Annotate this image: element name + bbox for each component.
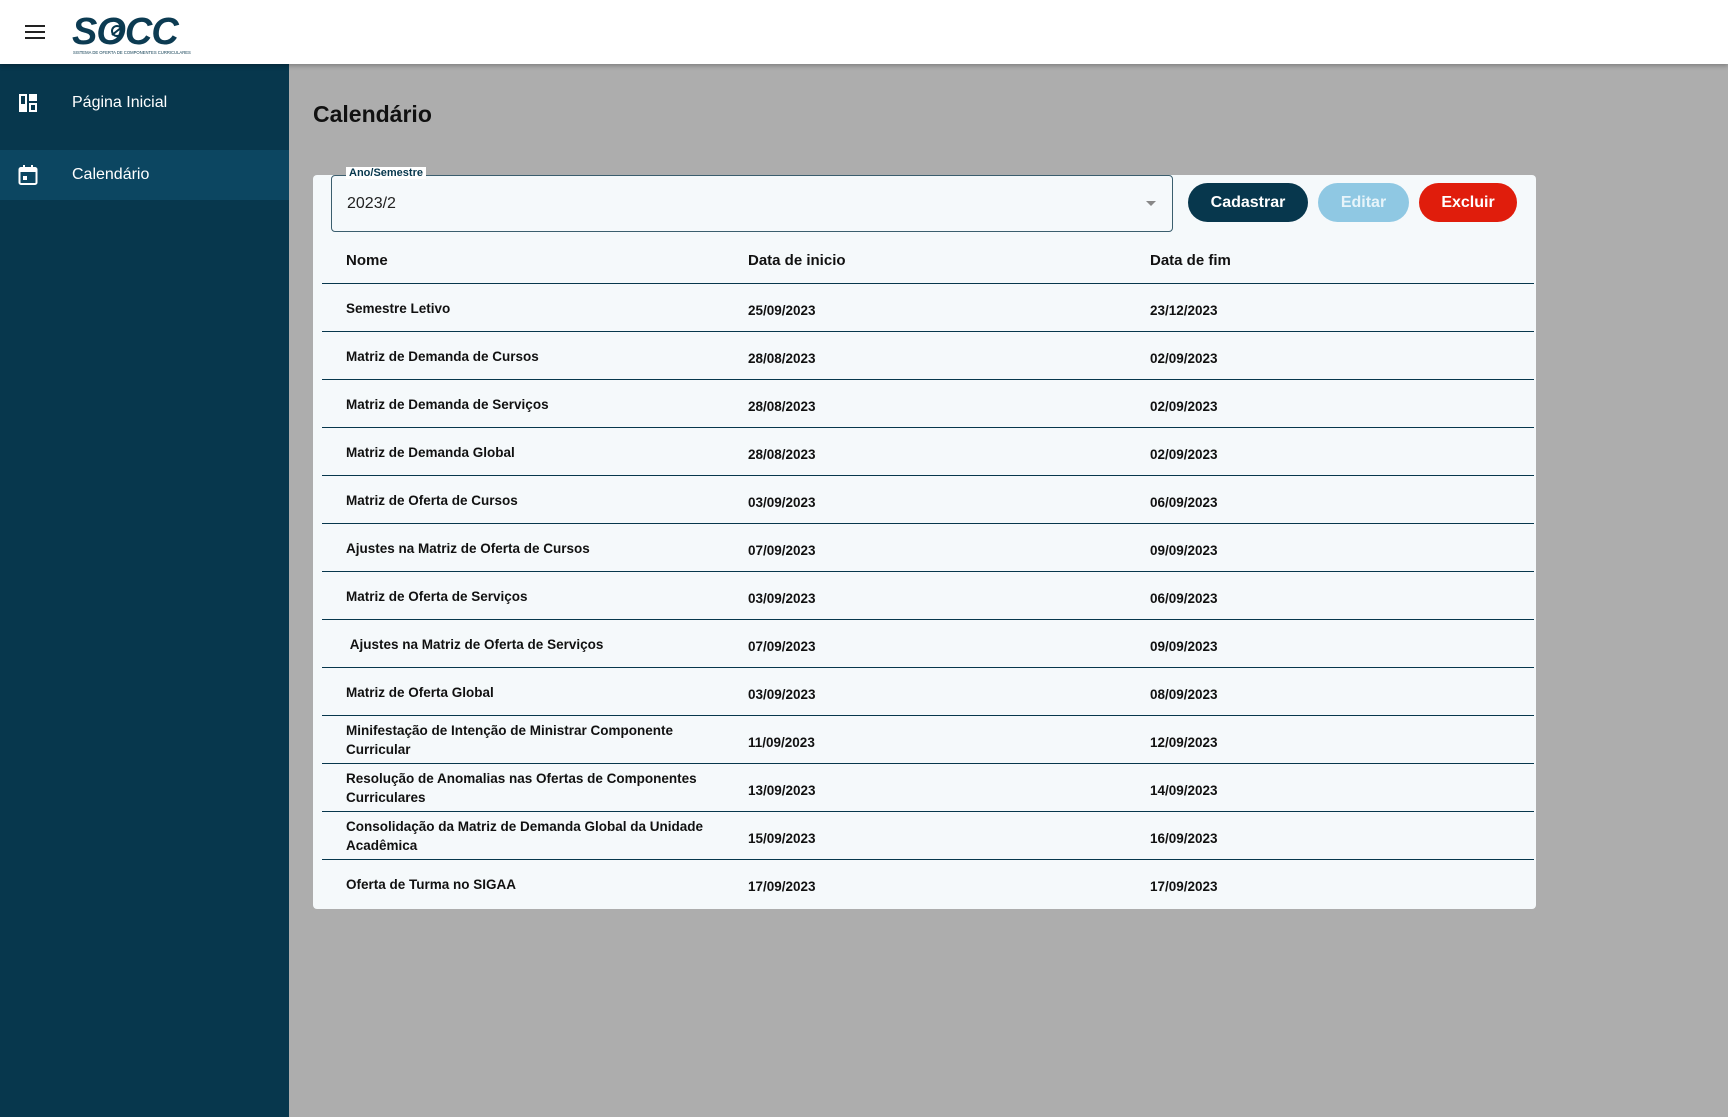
table-row[interactable]: Consolidação da Matriz de Demanda Global… <box>322 812 1534 860</box>
dashboard-icon <box>19 94 37 112</box>
table-row[interactable]: Matriz de Oferta de Cursos 03/09/2023 06/0… <box>322 476 1534 524</box>
delete-button[interactable]: Excluir <box>1419 183 1517 222</box>
cell-start-date: 03/09/2023 <box>748 494 816 510</box>
cell-end-date: 17/09/2023 <box>1150 878 1218 894</box>
cell-start-date: 11/09/2023 <box>748 734 815 750</box>
cell-end-date: 06/09/2023 <box>1150 590 1218 606</box>
table-row[interactable]: Matriz de Oferta Global 03/09/2023 08/09/2… <box>322 668 1534 716</box>
table-body: Semestre Letivo 25/09/2023 23/12/2023 Matri… <box>322 284 1534 908</box>
table-row[interactable]: Matriz de Demanda Global 28/08/2023 02/09/… <box>322 428 1534 476</box>
cell-name: Matriz de Oferta Global <box>346 684 494 700</box>
cell-name: Matriz de Oferta de Cursos <box>346 492 518 508</box>
edit-button[interactable]: Editar <box>1318 183 1409 222</box>
cell-start-date: 25/09/2023 <box>748 302 816 318</box>
cell-name: Matriz de Oferta de Serviços <box>346 588 528 604</box>
sidebar-item-label: Página Inicial <box>72 94 168 111</box>
calendar-icon <box>18 165 38 185</box>
cell-start-date: 28/08/2023 <box>748 398 816 414</box>
sidebar-item-calendario[interactable]: Calendário <box>0 150 289 200</box>
table-header: Nome Data de inicio Data de fim <box>322 238 1534 284</box>
socc-logo[interactable]: SOCC SISTEMA DE OFERTA DE COMPONENTES CU… <box>72 10 202 56</box>
column-header-nome[interactable]: Nome <box>346 252 388 269</box>
cell-end-date: 12/09/2023 <box>1150 734 1218 750</box>
page-title: Calendário <box>313 101 432 127</box>
cell-name: Matriz de Demanda de Serviços <box>346 396 549 412</box>
table-row[interactable]: Ajustes na Matriz de Oferta de Serviços 0… <box>322 620 1534 668</box>
table-row[interactable]: Matriz de Demanda de Serviços 28/08/2023 0… <box>322 380 1534 428</box>
chevron-down-icon <box>1146 201 1156 206</box>
cell-name: Ajustes na Matriz de Oferta de Serviços <box>346 636 604 652</box>
cell-start-date: 03/09/2023 <box>748 686 816 702</box>
semester-select[interactable]: Ano/Semestre 2023/2 <box>331 167 1173 232</box>
table-row[interactable]: Minifestação de Intenção de Ministrar Co… <box>322 716 1534 764</box>
cell-end-date: 16/09/2023 <box>1150 830 1218 846</box>
cell-name: Matriz de Demanda Global <box>346 444 515 460</box>
sidebar-item-pagina-inicial[interactable]: Página Inicial <box>0 78 289 128</box>
table-row[interactable]: Oferta de Turma no SIGAA 17/09/2023 17/09/… <box>322 860 1534 908</box>
cell-end-date: 06/09/2023 <box>1150 494 1218 510</box>
sidebar-item-label: Calendário <box>72 166 150 183</box>
sidebar: Página Inicial Calendário <box>0 64 289 1117</box>
table-row[interactable]: Resolução de Anomalias nas Ofertas de Co… <box>322 764 1534 812</box>
cell-name: Ajustes na Matriz de Oferta de Cursos <box>346 540 590 556</box>
cell-name: Semestre Letivo <box>346 300 451 316</box>
cell-start-date: 28/08/2023 <box>748 446 816 462</box>
table-row[interactable]: Matriz de Oferta de Serviços 03/09/2023 06… <box>322 572 1534 620</box>
cell-end-date: 02/09/2023 <box>1150 350 1218 366</box>
cell-name: Matriz de Demanda de Cursos <box>346 348 539 364</box>
cell-end-date: 02/09/2023 <box>1150 446 1218 462</box>
cell-end-date: 08/09/2023 <box>1150 686 1218 702</box>
cell-start-date: 28/08/2023 <box>748 350 816 366</box>
cell-start-date: 15/09/2023 <box>748 830 816 846</box>
cell-end-date: 09/09/2023 <box>1150 638 1218 654</box>
top-app-bar: SOCC SISTEMA DE OFERTA DE COMPONENTES CU… <box>0 0 1728 64</box>
cell-start-date: 07/09/2023 <box>748 638 816 654</box>
create-button[interactable]: Cadastrar <box>1188 183 1308 222</box>
calendar-card: Ano/Semestre 2023/2 Cadastrar Editar Exc… <box>313 167 1536 909</box>
cell-name: Resolução de Anomalias nas Ofertas de Co… <box>346 771 701 805</box>
svg-text:SISTEMA DE OFERTA DE COMPONENT: SISTEMA DE OFERTA DE COMPONENTES CURRICU… <box>73 50 191 55</box>
table-row[interactable]: Matriz de Demanda de Cursos 28/08/2023 02/… <box>322 332 1534 380</box>
semester-select-value: 2023/2 <box>347 195 396 212</box>
svg-text:SOCC: SOCC <box>72 11 179 53</box>
cell-end-date: 14/09/2023 <box>1150 782 1218 798</box>
cell-start-date: 03/09/2023 <box>748 590 816 606</box>
column-header-data-fim[interactable]: Data de fim <box>1150 252 1231 269</box>
cell-name: Consolidação da Matriz de Demanda Global… <box>346 819 707 853</box>
cell-end-date: 23/12/2023 <box>1150 302 1218 318</box>
cell-name: Oferta de Turma no SIGAA <box>346 876 517 892</box>
hamburger-menu-icon[interactable] <box>22 20 48 44</box>
cell-start-date: 13/09/2023 <box>748 782 816 798</box>
cell-name: Minifestação de Intenção de Ministrar Co… <box>346 723 677 757</box>
cell-end-date: 02/09/2023 <box>1150 398 1218 414</box>
semester-select-label: Ano/Semestre <box>346 167 426 179</box>
table-row[interactable]: Semestre Letivo 25/09/2023 23/12/2023 <box>322 284 1534 332</box>
cell-end-date: 09/09/2023 <box>1150 542 1218 558</box>
cell-start-date: 17/09/2023 <box>748 878 816 894</box>
table-row[interactable]: Ajustes na Matriz de Oferta de Cursos 07/… <box>322 524 1534 572</box>
cell-start-date: 07/09/2023 <box>748 542 816 558</box>
column-header-data-inicio[interactable]: Data de inicio <box>748 252 846 269</box>
